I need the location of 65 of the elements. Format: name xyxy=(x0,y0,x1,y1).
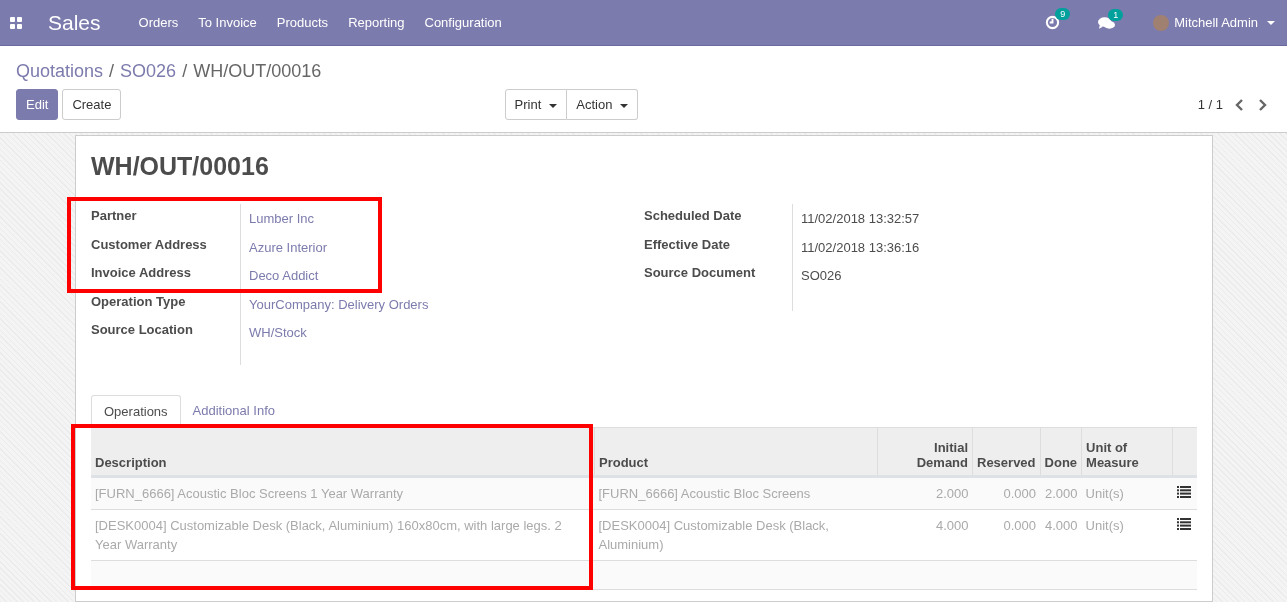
field-label: Source Location xyxy=(91,318,241,347)
user-name[interactable]: Mitchell Admin xyxy=(1174,15,1258,30)
table-cell: [DESK0004] Customizable Desk (Black, Aluminium) 160x80cm, with large legs. 2 Year Warranty xyxy=(91,509,595,560)
list-icon[interactable] xyxy=(1176,517,1191,530)
field-label: Source Document xyxy=(644,261,793,311)
caret-icon xyxy=(1267,20,1275,25)
table-cell: 2.000 xyxy=(1040,476,1082,509)
field-value-link[interactable]: Azure Interior xyxy=(241,232,328,261)
breadcrumb-separator: / xyxy=(109,60,115,82)
chevron-left-icon[interactable] xyxy=(1235,98,1245,111)
breadcrumb-link[interactable]: Quotations xyxy=(16,60,104,82)
field-value: 11/02/2018 13:32:57 xyxy=(800,210,920,228)
table-cell: [DESK0004] Customizable Desk (Black, Aluminium) xyxy=(594,509,878,560)
field-label: Scheduled Date xyxy=(644,204,793,233)
column-header[interactable]: Reserved xyxy=(972,427,1041,476)
breadcrumb-link[interactable]: SO026 xyxy=(120,60,177,82)
table-cell: 0.000 xyxy=(972,476,1041,509)
field-label: Partner xyxy=(91,204,241,233)
field-label: Effective Date xyxy=(644,232,793,261)
chevron-right-icon[interactable] xyxy=(1257,98,1267,111)
table-cell: [FURN_6666] Acoustic Bloc Screens xyxy=(594,476,878,509)
field-label: Invoice Address xyxy=(91,261,241,290)
table-cell: 0.000 xyxy=(972,509,1041,560)
table-cell: 4.000 xyxy=(877,509,973,560)
column-header[interactable]: Description xyxy=(91,427,595,476)
activity-count-badge: 9 xyxy=(1055,8,1071,20)
apps-grid-icon[interactable] xyxy=(10,16,22,29)
table-cell: 2.000 xyxy=(877,476,973,509)
record-title: WH/OUT/00016 xyxy=(91,152,270,181)
tab[interactable]: Additional Info xyxy=(180,394,287,427)
table-cell: Unit(s) xyxy=(1081,509,1173,560)
app-name[interactable]: Sales xyxy=(48,10,101,35)
field-value-link[interactable]: WH/Stock xyxy=(241,318,307,347)
field-value: SO026 xyxy=(800,267,842,285)
field-value-link[interactable]: YourCompany: Delivery Orders xyxy=(241,289,429,318)
field-label: Operation Type xyxy=(91,289,241,318)
column-header[interactable]: Product xyxy=(594,427,878,476)
table-cell: [FURN_6666] Acoustic Bloc Screens 1 Year Warranty xyxy=(91,476,595,509)
menu-item[interactable]: To Invoice xyxy=(198,15,257,30)
breadcrumb-separator: / xyxy=(182,60,188,82)
create-button[interactable]: Create xyxy=(62,89,122,120)
menu-item[interactable]: Configuration xyxy=(424,15,502,30)
column-header[interactable]: Initial Demand xyxy=(877,427,973,476)
menu-item[interactable]: Orders xyxy=(138,15,179,30)
list-icon[interactable] xyxy=(1176,485,1191,498)
table-cell: 4.000 xyxy=(1040,509,1082,560)
field-label: Customer Address xyxy=(91,232,241,261)
edit-button[interactable]: Edit xyxy=(16,89,59,120)
clock-icon[interactable] xyxy=(1045,15,1061,30)
field-value-link[interactable]: Lumber Inc xyxy=(241,204,315,233)
field-value: 11/02/2018 13:36:16 xyxy=(800,238,920,257)
current-page-title: WH/OUT/00016 xyxy=(193,60,322,82)
print-dropdown[interactable]: Print xyxy=(504,89,568,120)
table-cell: Unit(s) xyxy=(1081,476,1173,509)
field-value-link[interactable]: Deco Addict xyxy=(241,261,319,290)
caret-icon xyxy=(549,103,558,108)
avatar-circle xyxy=(1153,14,1170,31)
caret-icon xyxy=(620,103,629,108)
menu-item[interactable]: Reporting xyxy=(348,15,405,30)
column-header[interactable]: Unit of Measure xyxy=(1081,427,1173,476)
menu-item[interactable]: Products xyxy=(276,15,329,30)
pager-counter: 1 / 1 xyxy=(1197,97,1223,112)
action-dropdown[interactable]: Action xyxy=(567,89,639,120)
column-header[interactable]: Done xyxy=(1040,427,1082,476)
message-count-badge: 1 xyxy=(1108,8,1124,21)
